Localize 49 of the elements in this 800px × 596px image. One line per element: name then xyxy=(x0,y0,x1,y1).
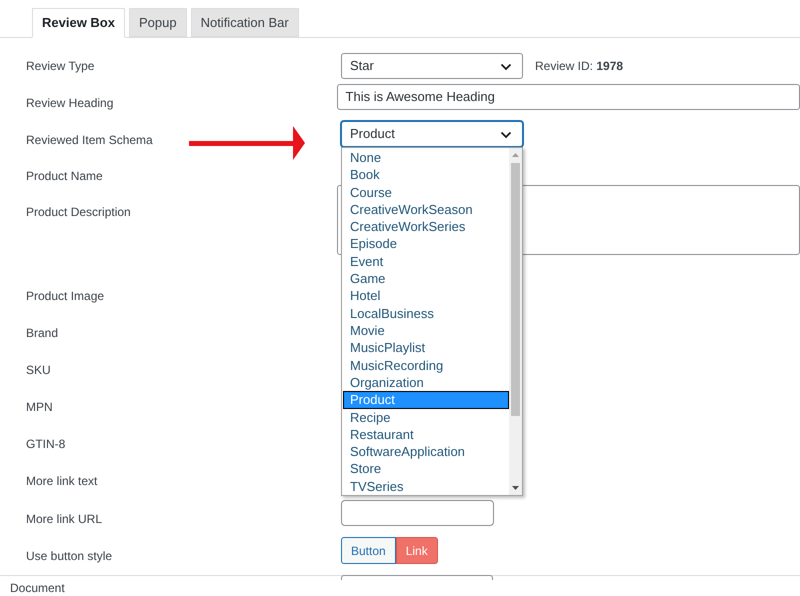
scroll-up-icon[interactable] xyxy=(512,153,519,157)
field-label: More link URL xyxy=(26,512,102,526)
field-label: Review Heading xyxy=(26,96,114,110)
dropdown-option[interactable]: Restaurant xyxy=(343,426,509,444)
dropdown-option[interactable]: Recipe xyxy=(343,408,509,426)
field-label: SKU xyxy=(26,363,51,377)
footer-label: Document xyxy=(10,581,65,595)
scrollbar[interactable] xyxy=(509,148,522,495)
scrollbar-thumb[interactable] xyxy=(511,163,520,416)
select-field[interactable]: Product xyxy=(341,121,523,147)
input-field[interactable] xyxy=(341,575,493,580)
dropdown-option[interactable]: Store xyxy=(343,460,509,478)
chevron-down-icon xyxy=(500,62,512,70)
field-label: Product Name xyxy=(26,169,103,183)
dropdown-option[interactable]: Organization xyxy=(343,374,509,392)
input-field[interactable] xyxy=(341,500,494,526)
dropdown-option[interactable]: Event xyxy=(343,252,509,270)
field-label: More link text xyxy=(26,474,98,488)
input-field[interactable]: This is Awesome Heading xyxy=(336,84,800,110)
dropdown-option[interactable]: Hotel xyxy=(343,287,509,305)
dropdown-option[interactable]: MusicRecording xyxy=(343,356,509,374)
field-label: Use button style xyxy=(26,549,112,563)
tab[interactable]: Review Box xyxy=(32,8,125,38)
dropdown-option[interactable]: TVSeries xyxy=(343,478,509,495)
dropdown-option[interactable]: MusicPlaylist xyxy=(343,339,509,357)
dropdown-option[interactable]: Course xyxy=(343,184,509,201)
dropdown-option[interactable]: Episode xyxy=(343,235,509,253)
field-label: Review Type xyxy=(26,59,94,73)
dropdown-option[interactable]: CreativeWorkSeason xyxy=(343,200,509,218)
field-label: GTIN-8 xyxy=(26,437,66,451)
select-field[interactable]: Star xyxy=(341,52,523,78)
toggle-option[interactable]: Button xyxy=(341,537,396,564)
dropdown-option[interactable]: SoftwareApplication xyxy=(343,443,509,460)
tab[interactable]: Popup xyxy=(128,8,187,37)
scroll-down-icon[interactable] xyxy=(512,486,519,490)
dropdown-option[interactable]: CreativeWorkSeries xyxy=(343,218,509,236)
field-label: Reviewed Item Schema xyxy=(26,133,153,147)
dropdown-option[interactable]: Book xyxy=(343,166,509,184)
field-label: Product Description xyxy=(26,205,131,219)
dropdown-option[interactable]: None xyxy=(343,149,509,166)
chevron-down-icon xyxy=(500,131,512,139)
field-label: MPN xyxy=(26,400,53,414)
field-label: Brand xyxy=(26,326,58,340)
dropdown-option[interactable]: Game xyxy=(343,270,509,288)
tab[interactable]: Notification Bar xyxy=(190,8,299,37)
dropdown-option[interactable]: LocalBusiness xyxy=(343,304,509,322)
review-id-text: Review ID: 1978 xyxy=(535,58,624,74)
dropdown-option[interactable]: Movie xyxy=(343,322,509,340)
field-label: Product Image xyxy=(26,289,104,303)
